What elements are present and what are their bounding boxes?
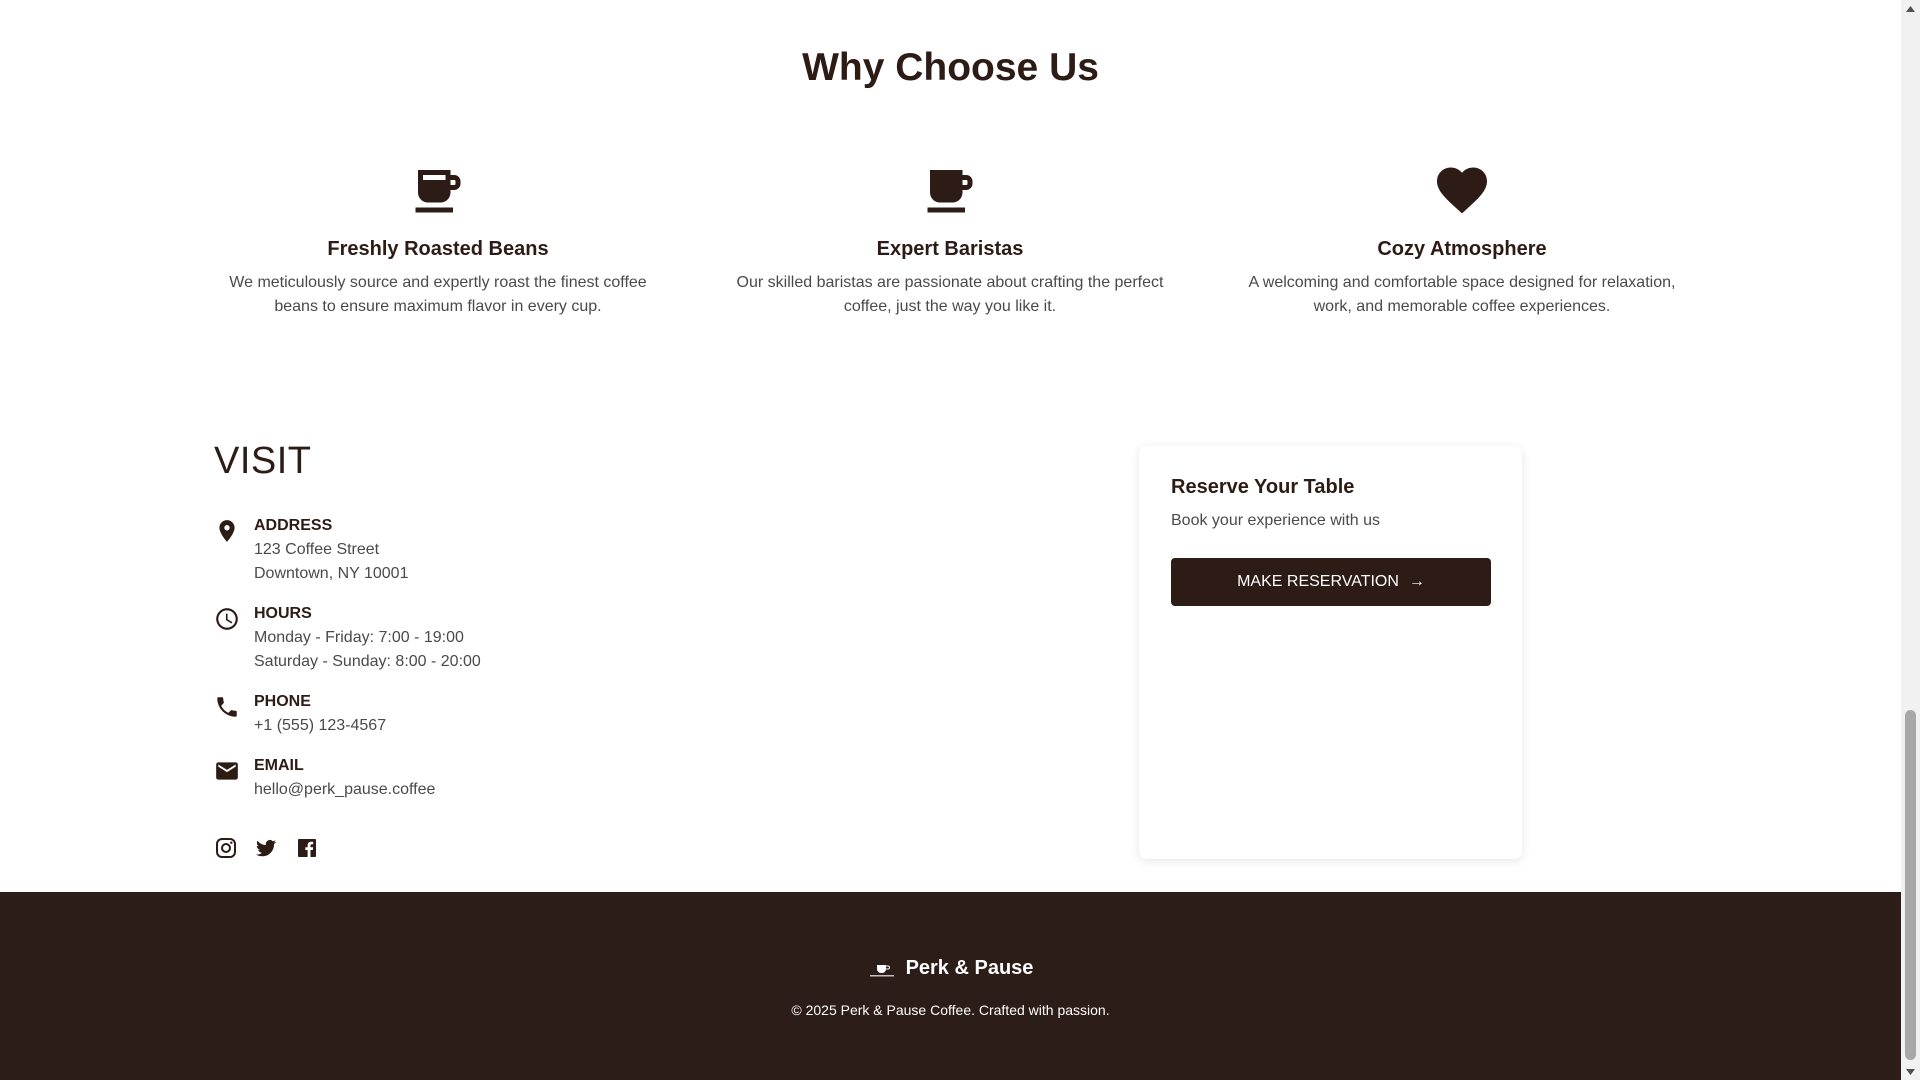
make-reservation-label: MAKE RESERVATION [1237, 573, 1399, 590]
section-title-why-choose-us: Why Choose Us [802, 46, 1099, 89]
email-label: EMAIL [254, 757, 304, 774]
clock-icon [216, 608, 238, 630]
feature-expert-baristas: Expert Baristas Our skilled baristas are… [730, 160, 1170, 319]
make-reservation-button[interactable]: MAKE RESERVATION → [1171, 558, 1491, 606]
feature-description: A welcoming and comfortable space design… [1248, 274, 1676, 315]
coffee-mug-icon [927, 170, 973, 213]
phone-number[interactable]: +1 (555) 123-4567 [254, 714, 386, 738]
footer-copyright: © 2025 Perk & Pause Coffee. Crafted with… [791, 1002, 1110, 1018]
address-line-2: Downtown, NY 10001 [254, 565, 409, 582]
instagram-icon[interactable] [214, 836, 238, 860]
feature-title: Expert Baristas [876, 238, 1024, 260]
social-links [214, 836, 331, 860]
scroll-down-arrow-icon[interactable] [1901, 1063, 1920, 1080]
address-label: ADDRESS [254, 517, 333, 534]
feature-description: We meticulously source and expertly roas… [229, 274, 647, 315]
hours-weekdays: Monday - Friday: 7:00 - 19:00 [254, 629, 464, 646]
address-line-1: 123 Coffee Street [254, 541, 380, 558]
reservation-title: Reserve Your Table [1171, 476, 1355, 498]
email-address[interactable]: hello@perk_pause.coffee [254, 778, 435, 802]
location-pin-icon [219, 520, 235, 542]
footer-brand: Perk & Pause [0, 957, 1901, 980]
coffee-cup-icon [415, 170, 461, 213]
visit-heading: VISIT [214, 440, 312, 482]
phone-label: PHONE [254, 693, 311, 710]
brand-logo-icon [867, 957, 896, 980]
mail-icon [216, 762, 238, 780]
feature-title: Freshly Roasted Beans [327, 238, 549, 260]
facebook-icon[interactable] [295, 836, 319, 860]
feature-freshly-roasted-beans: Freshly Roasted Beans We meticulously so… [218, 160, 658, 319]
twitter-icon[interactable] [254, 836, 278, 860]
footer-brand-name: Perk & Pause [905, 957, 1034, 979]
scrollbar-thumb[interactable] [1905, 710, 1916, 1060]
arrow-right-icon: → [1408, 573, 1425, 590]
heart-icon [1437, 167, 1487, 214]
feature-title: Cozy Atmosphere [1377, 238, 1547, 260]
phone-icon [217, 697, 237, 717]
scroll-up-arrow-icon[interactable] [1901, 0, 1920, 17]
hours-label: HOURS [254, 605, 312, 622]
page: Why Choose Us Freshly Roasted Beans We m… [0, 0, 1901, 1080]
reservation-subtitle: Book your experience with us [1171, 512, 1380, 529]
feature-description: Our skilled baristas are passionate abou… [736, 274, 1164, 315]
feature-cozy-atmosphere: Cozy Atmosphere A welcoming and comforta… [1242, 160, 1682, 319]
footer: Perk & Pause © 2025 Perk & Pause Coffee.… [0, 892, 1901, 1080]
reservation-card: Reserve Your Table Book your experience … [1139, 446, 1522, 859]
page-scrollbar[interactable] [1901, 0, 1920, 1080]
hours-weekend: Saturday - Sunday: 8:00 - 20:00 [254, 653, 481, 670]
